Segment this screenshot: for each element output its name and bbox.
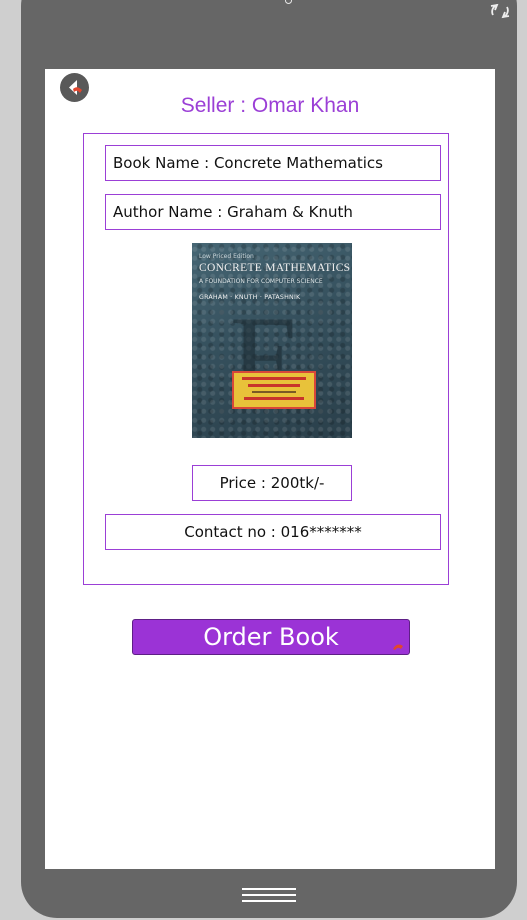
price-sticker	[232, 371, 316, 409]
cover-subtitle: A FOUNDATION FOR COMPUTER SCIENCE	[199, 278, 323, 285]
author-name-field: Author Name : Graham & Knuth	[105, 194, 441, 230]
home-bar-icon[interactable]	[242, 888, 296, 904]
corner-arrow-icon	[393, 644, 403, 650]
book-name-field: Book Name : Concrete Mathematics	[105, 145, 441, 181]
book-cover-image: Low Priced Edition CONCRETE MATHEMATICS …	[192, 243, 352, 438]
rotate-icon[interactable]	[489, 1, 511, 21]
price-field: Price : 200tk/-	[192, 465, 352, 501]
cover-title: CONCRETE MATHEMATICS	[199, 262, 351, 274]
camera-icon	[285, 0, 292, 4]
app-screen: Seller : Omar Khan Book Name : Concrete …	[45, 69, 495, 869]
seller-title: Seller : Omar Khan	[180, 94, 360, 117]
contact-field: Contact no : 016*******	[105, 514, 441, 550]
book-details-card: Book Name : Concrete Mathematics Author …	[83, 133, 449, 585]
order-book-label: Order Book	[203, 623, 339, 651]
order-book-button[interactable]: Order Book	[132, 619, 410, 655]
cover-edition: Low Priced Edition	[199, 253, 254, 260]
